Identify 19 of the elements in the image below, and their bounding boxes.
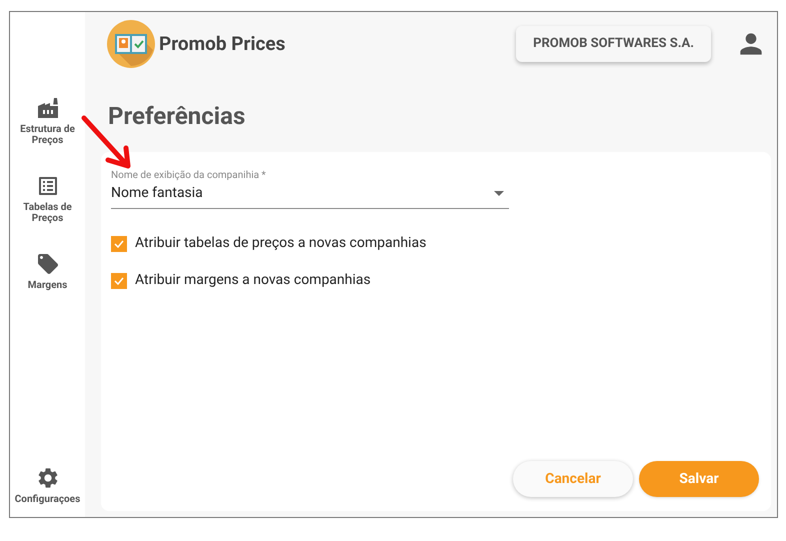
checkbox-label: Atribuir margens a novas companhias xyxy=(135,271,371,290)
checkmark-icon xyxy=(114,240,124,248)
sidebar-item[interactable]: Configuraçoes xyxy=(10,466,85,505)
app-title: Promob Prices xyxy=(159,30,286,57)
sidebar-item[interactable]: Margens xyxy=(10,252,85,291)
tag-icon xyxy=(36,252,60,276)
sidebar-item[interactable]: Estrutura de Preços xyxy=(10,96,85,146)
checkmark-icon xyxy=(114,276,124,284)
settings-icon xyxy=(36,466,60,490)
sidebar-item[interactable]: Tabelas de Preços xyxy=(10,174,85,224)
checkbox[interactable] xyxy=(111,236,127,252)
factory-icon xyxy=(36,96,60,120)
display-name-select[interactable]: Nome de exibição da companihia * Nome fantasia xyxy=(111,168,509,209)
dropdown-caret-icon xyxy=(494,191,504,196)
checkbox[interactable] xyxy=(111,272,127,288)
checkbox-label: Atribuir tabelas de preços a novas companhias xyxy=(135,234,426,253)
company-button[interactable]: PROMOB SOFTWARES S.A. xyxy=(516,26,711,62)
logo-icon xyxy=(107,20,155,68)
page-title: Preferências xyxy=(108,101,246,132)
